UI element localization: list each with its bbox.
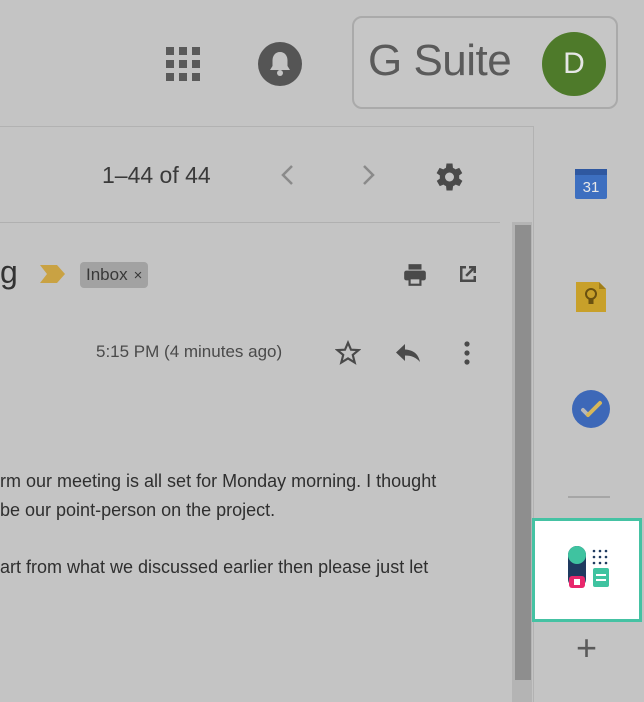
open-new-window-icon[interactable] — [456, 262, 480, 286]
message-timestamp: 5:15 PM (4 minutes ago) — [96, 342, 283, 361]
message-body-line: art from what we discussed earlier then … — [0, 557, 429, 577]
gsuite-brand: G Suite — [368, 36, 512, 85]
reply-icon[interactable] — [394, 342, 422, 364]
gsuite-account-switcher[interactable]: G Suite D — [352, 16, 618, 109]
chevron-right-icon[interactable] — [358, 164, 378, 186]
add-addon-icon[interactable]: + — [576, 630, 597, 666]
message-body-line: rm our meeting is all set for Monday mor… — [0, 471, 437, 491]
tasks-icon[interactable] — [572, 390, 610, 428]
calendar-day-number: 31 — [583, 179, 600, 196]
inbox-label-text: Inbox — [86, 265, 128, 284]
calendar-icon[interactable]: 31 — [574, 166, 608, 200]
message-subject: g — [0, 254, 18, 290]
addon-logo-icon — [568, 546, 609, 588]
importance-marker-icon[interactable] — [40, 265, 66, 283]
panel-divider — [568, 496, 610, 498]
star-icon[interactable] — [335, 340, 361, 366]
message-toolbar: 1–44 of 44 — [0, 126, 500, 223]
apps-grid-icon[interactable] — [166, 47, 202, 83]
inbox-label-chip[interactable]: Inbox × — [80, 262, 149, 288]
message-body-line: be our point-person on the project. — [0, 500, 276, 520]
addon-button[interactable] — [532, 518, 642, 622]
print-icon[interactable] — [402, 262, 428, 288]
keep-icon[interactable] — [574, 280, 608, 314]
scrollbar-thumb[interactable] — [515, 225, 531, 680]
pagination-count: 1–44 of 44 — [102, 162, 211, 188]
gear-icon[interactable] — [430, 159, 466, 195]
avatar[interactable]: D — [542, 32, 606, 96]
remove-label-icon[interactable]: × — [134, 267, 143, 284]
more-options-icon[interactable] — [462, 340, 472, 366]
notifications-bell-icon[interactable] — [258, 42, 302, 86]
chevron-left-icon[interactable] — [278, 164, 298, 186]
